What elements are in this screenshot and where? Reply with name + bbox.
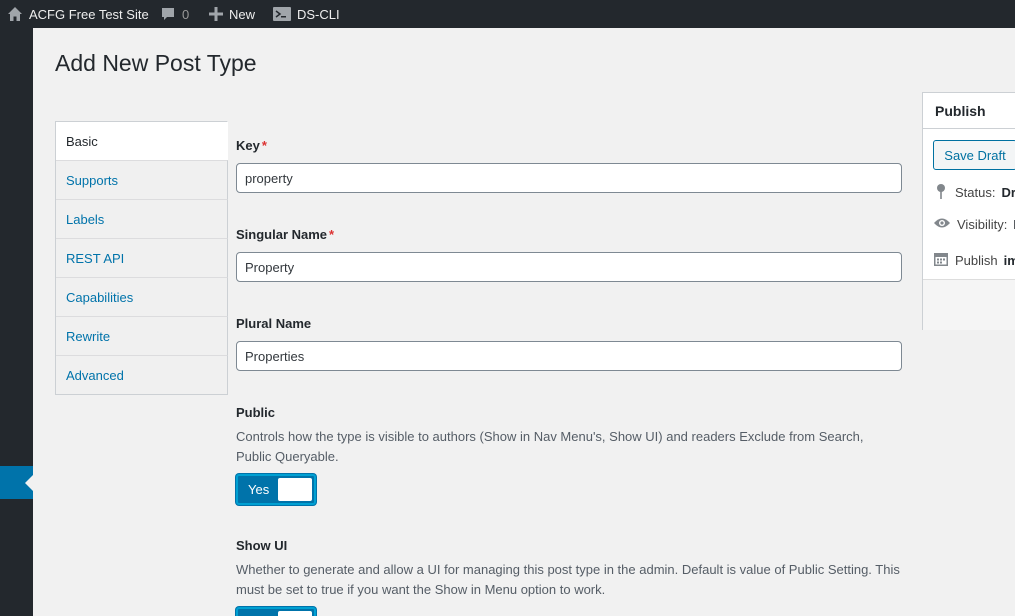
save-draft-button[interactable]: Save Draft xyxy=(933,140,1015,170)
publish-time-row: Publish im xyxy=(933,251,1015,270)
publish-box: Publish Save Draft Status: Dr Visibility… xyxy=(922,92,1015,330)
plural-name-label: Plural Name xyxy=(236,316,312,331)
publish-footer xyxy=(923,279,1015,330)
admin-menu xyxy=(0,28,33,616)
public-field: Public Controls how the type is visible … xyxy=(236,405,902,505)
tab-supports[interactable]: Supports xyxy=(56,160,228,199)
show-ui-toggle[interactable] xyxy=(236,607,316,616)
cli-label: DS-CLI xyxy=(297,6,340,22)
current-menu-item[interactable] xyxy=(0,466,33,499)
tab-rewrite[interactable]: Rewrite xyxy=(56,316,228,355)
show-ui-label: Show UI xyxy=(236,538,288,553)
admin-bar: ACFG Free Test Site 0 New DS-CLI xyxy=(0,0,1015,28)
page-title: Add New Post Type xyxy=(55,50,257,76)
terminal-icon xyxy=(273,7,291,21)
publish-value: im xyxy=(1003,253,1015,268)
show-ui-description: Whether to generate and allow a UI for m… xyxy=(236,562,900,597)
public-label: Public xyxy=(236,405,276,420)
settings-tabs: Basic Supports Labels REST API Capabilit… xyxy=(55,121,228,395)
key-input[interactable] xyxy=(236,163,902,193)
status-value: Dr xyxy=(1001,185,1015,200)
show-ui-field: Show UI Whether to generate and allow a … xyxy=(236,538,902,616)
new-content-link[interactable]: New xyxy=(209,0,255,28)
required-mark: * xyxy=(329,227,335,242)
publish-title: Publish xyxy=(923,93,1015,129)
public-description: Controls how the type is visible to auth… xyxy=(236,429,864,464)
visibility-row: Visibility: I xyxy=(933,217,1015,232)
current-arrow-icon xyxy=(25,475,33,491)
status-label: Status: xyxy=(955,185,996,200)
key-field: Key * xyxy=(236,138,902,193)
tab-basic[interactable]: Basic xyxy=(56,121,228,160)
singular-name-input[interactable] xyxy=(236,252,902,282)
pin-icon xyxy=(933,183,949,202)
cli-link[interactable]: DS-CLI xyxy=(273,0,340,28)
tab-capabilities[interactable]: Capabilities xyxy=(56,277,228,316)
public-toggle[interactable]: Yes xyxy=(236,474,316,505)
visibility-label: Visibility: xyxy=(957,217,1008,232)
tab-rest-api[interactable]: REST API xyxy=(56,238,228,277)
required-mark: * xyxy=(261,138,267,153)
site-name-link[interactable]: ACFG Free Test Site xyxy=(7,0,149,28)
site-name: ACFG Free Test Site xyxy=(29,6,149,22)
plural-name-field: Plural Name xyxy=(236,316,902,371)
toggle-knob xyxy=(278,611,312,616)
publish-label: Publish xyxy=(955,253,998,268)
new-label: New xyxy=(229,6,256,22)
public-toggle-label: Yes xyxy=(248,482,270,497)
home-icon xyxy=(7,6,23,22)
key-label: Key * xyxy=(236,138,267,153)
status-row: Status: Dr xyxy=(933,183,1015,202)
comments-link[interactable]: 0 xyxy=(160,0,189,28)
tab-advanced[interactable]: Advanced xyxy=(56,355,228,394)
singular-name-field: Singular Name * xyxy=(236,227,902,282)
plus-icon xyxy=(209,7,223,21)
calendar-icon xyxy=(933,251,949,270)
tab-labels[interactable]: Labels xyxy=(56,199,228,238)
plural-name-input[interactable] xyxy=(236,341,902,371)
comments-count: 0 xyxy=(182,6,190,22)
toggle-knob xyxy=(278,478,312,501)
comment-icon xyxy=(160,6,176,22)
singular-name-label: Singular Name * xyxy=(236,227,335,242)
eye-icon xyxy=(933,217,951,232)
